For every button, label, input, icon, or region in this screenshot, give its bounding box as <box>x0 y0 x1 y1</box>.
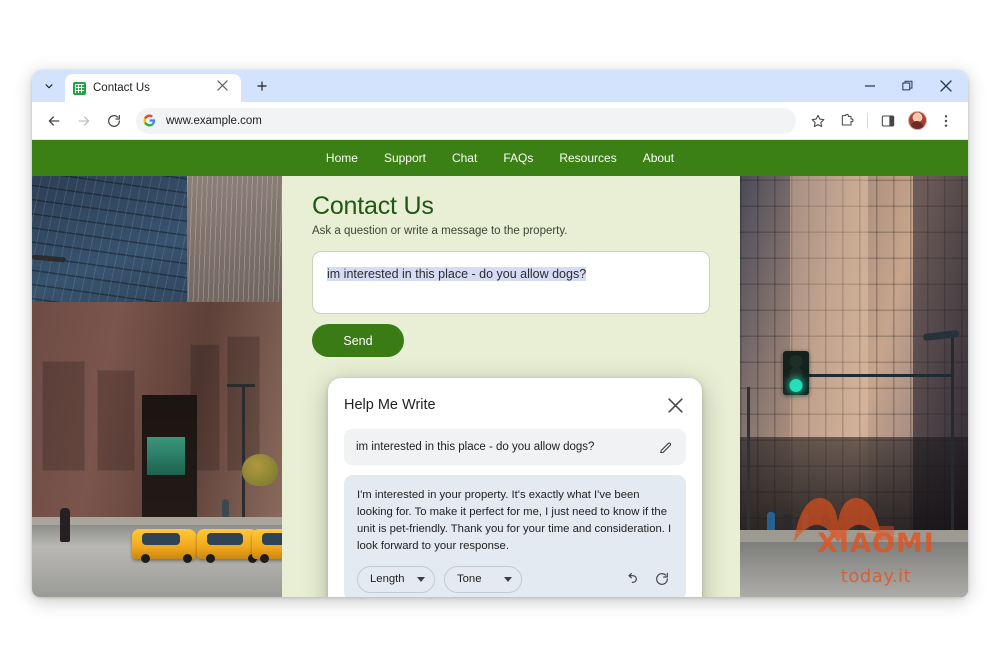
new-tab-button[interactable] <box>249 73 275 99</box>
spreadsheet-icon <box>73 82 86 95</box>
prompt-field[interactable]: im interested in this place - do you all… <box>344 429 686 465</box>
length-label: Length <box>370 573 405 585</box>
dialog-title: Help Me Write <box>344 397 436 413</box>
undo-icon[interactable] <box>620 568 642 590</box>
chevron-down-icon <box>417 577 425 582</box>
restore-icon[interactable] <box>890 71 926 101</box>
url-text: www.example.com <box>166 115 262 127</box>
nav-item-home[interactable]: Home <box>326 151 358 165</box>
address-bar[interactable]: www.example.com <box>136 108 796 134</box>
toolbar-divider <box>867 113 868 129</box>
nav-item-about[interactable]: About <box>643 151 674 165</box>
extensions-puzzle-icon[interactable] <box>833 107 861 135</box>
window-controls <box>852 70 964 102</box>
dialog-header: Help Me Write <box>344 392 686 416</box>
nav-item-faqs[interactable]: FAQs <box>503 151 533 165</box>
reload-icon[interactable] <box>100 107 128 135</box>
three-dot-menu-icon[interactable] <box>932 107 960 135</box>
tab-contact-us[interactable]: Contact Us <box>65 74 241 102</box>
minimize-icon[interactable] <box>852 71 888 101</box>
close-icon[interactable] <box>664 394 686 416</box>
nav-item-support[interactable]: Support <box>384 151 426 165</box>
nav-item-chat[interactable]: Chat <box>452 151 477 165</box>
forward-arrow-icon[interactable] <box>70 107 98 135</box>
tab-title: Contact Us <box>93 82 210 94</box>
back-arrow-icon[interactable] <box>40 107 68 135</box>
bookmark-star-icon[interactable] <box>804 107 832 135</box>
message-textarea[interactable]: im interested in this place - do you all… <box>312 251 710 314</box>
page-title: Contact Us <box>312 192 710 221</box>
building-photo-left <box>32 176 282 597</box>
pencil-icon[interactable] <box>656 438 674 456</box>
generated-result: I'm interested in your property. It's ex… <box>344 475 686 597</box>
toolbar-right-icons <box>804 107 960 135</box>
google-g-icon <box>142 113 157 128</box>
refresh-icon[interactable] <box>651 568 673 590</box>
close-window-icon[interactable] <box>928 71 964 101</box>
message-text: im interested in this place - do you all… <box>327 267 586 281</box>
building-photo-right: XIAOMI today.it <box>740 176 968 597</box>
length-dropdown[interactable]: Length <box>357 566 435 593</box>
browser-toolbar: www.example.com <box>32 102 968 140</box>
send-button[interactable]: Send <box>312 324 404 357</box>
side-panel-icon[interactable] <box>874 107 902 135</box>
browser-window: Contact Us <box>32 70 968 597</box>
close-icon[interactable] <box>217 80 233 96</box>
result-controls: Length Tone <box>357 566 673 593</box>
result-text: I'm interested in your property. It's ex… <box>357 487 673 555</box>
traffic-light <box>783 351 809 395</box>
tab-search-button[interactable] <box>36 73 62 99</box>
tone-dropdown[interactable]: Tone <box>444 566 522 593</box>
tone-label: Tone <box>457 573 482 585</box>
prompt-text: im interested in this place - do you all… <box>356 441 648 453</box>
help-me-write-dialog: Help Me Write im interested in this plac… <box>328 378 702 597</box>
profile-avatar[interactable] <box>903 107 931 135</box>
web-page: Home Support Chat FAQs Resources About <box>32 140 968 597</box>
nav-item-resources[interactable]: Resources <box>559 151 616 165</box>
avatar <box>908 111 927 130</box>
tab-strip: Contact Us <box>32 70 968 102</box>
page-subtitle: Ask a question or write a message to the… <box>312 225 710 237</box>
chevron-down-icon <box>504 577 512 582</box>
site-navigation: Home Support Chat FAQs Resources About <box>32 140 968 176</box>
